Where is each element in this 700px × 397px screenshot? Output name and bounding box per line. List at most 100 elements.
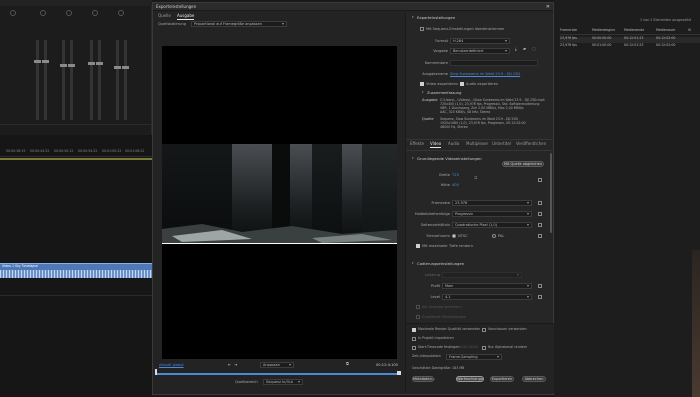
output-name-link[interactable]: Slow Sunbeams im Wald 23.9 - DJI 25D (450, 72, 520, 76)
in-marker[interactable] (155, 369, 159, 375)
cancel-button[interactable]: Abbrechen (522, 376, 546, 382)
tab-untertitel[interactable]: Untertitel (492, 141, 511, 147)
comments-label: Kommentare (424, 61, 448, 65)
col-header[interactable]: Framerate (560, 28, 577, 33)
export-button[interactable]: Exportieren (490, 376, 514, 382)
volume-fader[interactable] (122, 40, 129, 120)
mixer-knob-icon[interactable] (40, 10, 46, 16)
mixer-knob-icon[interactable] (118, 10, 124, 16)
basic-video-collapse-icon[interactable]: ▾ (412, 156, 414, 160)
aspect-match-checkbox[interactable] (538, 223, 542, 227)
width-label: Breite (439, 173, 450, 177)
save-preset-icon[interactable]: ⤓ (515, 46, 517, 52)
start-timecode-value[interactable]: 00:00:00:00 (458, 345, 478, 350)
table-row[interactable]: 23,976 fps 00:01:00:00 00:12:01:23 00:12… (560, 43, 700, 50)
advanced-checkbox[interactable] (416, 315, 420, 319)
import-project-label: In Projekt importieren (418, 336, 454, 340)
volume-fader[interactable] (96, 40, 103, 120)
volume-fader[interactable] (114, 40, 121, 120)
export-video-checkbox[interactable] (420, 82, 424, 86)
framerate-match-checkbox[interactable] (538, 201, 542, 205)
col-header[interactable]: Medienbeginn (592, 28, 615, 33)
settings-scrollbar[interactable] (550, 153, 552, 233)
start-timecode-checkbox[interactable] (412, 346, 416, 350)
volume-fader[interactable] (42, 40, 49, 120)
width-match-checkbox[interactable] (538, 178, 542, 182)
interpolation-dropdown[interactable]: Frame-Sampling (446, 354, 502, 360)
level-match-checkbox[interactable] (538, 295, 542, 299)
level-dropdown[interactable]: 4.1 (442, 294, 532, 300)
tab-audio[interactable]: Audio (448, 141, 459, 147)
width-value[interactable]: 720 (452, 173, 459, 177)
collapse-icon[interactable]: ▾ (412, 15, 414, 19)
ruler-timecode: 00:00:38:15 (6, 149, 26, 153)
summary-collapse-icon[interactable]: ▾ (422, 90, 424, 94)
mark-out-icon[interactable]: ⇥ (234, 362, 237, 368)
aspect-dropdown[interactable]: Quadratische Pixel (1,0) (452, 222, 532, 228)
tv-standard-match-checkbox[interactable] (538, 234, 542, 238)
queue-button[interactable]: Warteschlange (456, 376, 484, 382)
video-track-clip[interactable]: Video 1 Sky Timelapse (0, 263, 152, 278)
volume-fader[interactable] (88, 40, 95, 120)
match-source-button[interactable]: Mit Quelle abgleichen (502, 161, 544, 167)
volume-fader[interactable] (68, 40, 75, 120)
export-audio-label: Audio exportieren (466, 82, 499, 86)
format-dropdown[interactable]: H.264 (450, 38, 510, 44)
export-settings-section: ▾ Exporteinstellungen Mit Sequenz-Einste… (406, 13, 554, 137)
metadata-button[interactable]: Metadaten... (412, 376, 435, 382)
preview-frame (162, 46, 397, 359)
source-range-link[interactable]: Aktuell global (159, 363, 184, 367)
source-scaling-dropdown[interactable]: Proportional auf Framegröße anpassen (191, 21, 287, 27)
alpha-checkbox[interactable] (482, 346, 486, 350)
mixer-top-row (0, 8, 152, 20)
tab-video[interactable]: Video (430, 141, 442, 148)
match-sequence-checkbox[interactable] (420, 27, 424, 31)
save-preset-checkbox[interactable] (416, 305, 420, 309)
delete-preset-icon[interactable]: ▢ (532, 46, 536, 52)
performance-dropdown[interactable] (442, 272, 522, 278)
ruler-timecode: 00:00:44:22 (30, 149, 50, 153)
profile-dropdown[interactable]: Main (442, 283, 532, 289)
export-video-label: Video exportieren (426, 82, 458, 86)
import-project-checkbox[interactable] (412, 337, 416, 341)
pal-radio[interactable] (492, 234, 496, 238)
field-order-match-checkbox[interactable] (538, 212, 542, 216)
comments-input[interactable] (450, 60, 538, 66)
mixer-knob-icon[interactable] (10, 10, 16, 16)
max-depth-checkbox[interactable] (416, 244, 420, 248)
profile-match-checkbox[interactable] (538, 284, 542, 288)
framerate-dropdown[interactable]: 23,976 (452, 200, 532, 206)
tab-quelle[interactable]: Quelle (158, 13, 171, 19)
safe-margin-icon[interactable]: ⧉ (346, 361, 349, 367)
volume-fader[interactable] (60, 40, 67, 120)
close-icon[interactable]: ✕ (546, 3, 550, 11)
start-timecode-label: Start-Timecode festlegen (418, 345, 460, 349)
tab-veroeffentlichen[interactable]: Veröffentlichen (516, 141, 546, 147)
playhead-scrubber[interactable] (157, 373, 400, 375)
mixer-knob-icon[interactable] (92, 10, 98, 16)
fit-dropdown[interactable]: Anpassen (260, 362, 294, 368)
volume-fader[interactable] (34, 40, 41, 120)
mixer-header (0, 0, 152, 6)
range-dropdown[interactable]: Sequenz In/Out (263, 379, 303, 385)
out-marker[interactable] (397, 371, 401, 375)
tab-effekte[interactable]: Effekte (410, 141, 424, 147)
field-order-dropdown[interactable]: Progressiv (452, 211, 532, 217)
import-preset-icon[interactable]: ▰ (523, 46, 526, 52)
tab-multiplexer[interactable]: Multiplexer (466, 141, 488, 147)
height-value[interactable]: 400 (452, 183, 459, 187)
encoding-heading: Codierungseinstellungen (417, 261, 465, 266)
col-header[interactable]: Medienauer (656, 28, 676, 33)
mark-in-icon[interactable]: ⇤ (228, 362, 231, 368)
export-audio-checkbox[interactable] (460, 82, 464, 86)
ntsc-radio[interactable] (452, 234, 456, 238)
link-aspect-icon[interactable]: ⊐ (474, 175, 477, 181)
col-header[interactable]: Vi (688, 28, 691, 33)
previews-checkbox[interactable] (482, 328, 486, 332)
max-quality-checkbox[interactable] (412, 328, 416, 332)
tab-ausgabe[interactable]: Ausgabe (177, 13, 195, 20)
encoding-collapse-icon[interactable]: ▾ (412, 261, 414, 265)
col-header[interactable]: Medienende (624, 28, 644, 33)
mixer-knob-icon[interactable] (66, 10, 72, 16)
preset-dropdown[interactable]: Benutzerdefiniert (450, 48, 510, 54)
